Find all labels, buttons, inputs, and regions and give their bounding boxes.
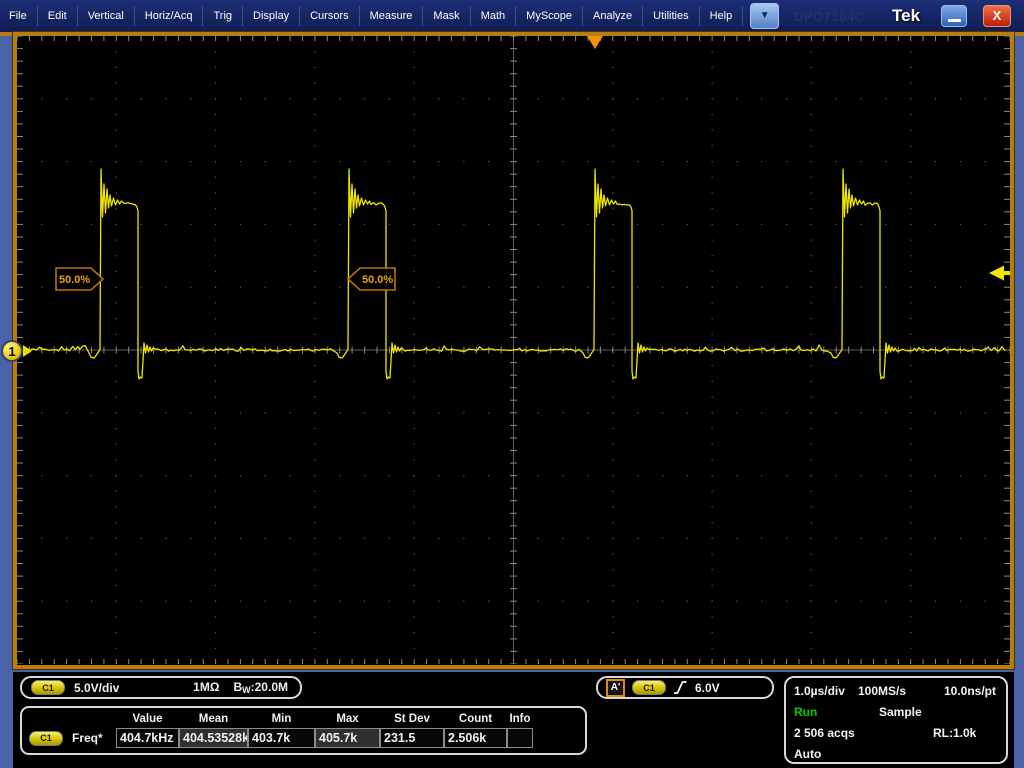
channel-readout[interactable]: C1 5.0V/div 1MΩ BW:20.0M <box>20 676 302 699</box>
col-value: Value <box>132 713 163 725</box>
bandwidth: BW:20.0M <box>233 680 288 695</box>
record-length: RL:1.0k <box>933 726 977 740</box>
measurement-headers: Value Mean Min Max St Dev Count Info <box>22 711 585 728</box>
tek-logo: Tek <box>892 6 921 25</box>
menu-edit[interactable]: Edit <box>38 6 78 26</box>
meas-min: 403.7k <box>248 728 315 748</box>
svg-text:50.0%: 50.0% <box>362 274 393 286</box>
trigger-mode: Auto <box>794 747 822 761</box>
menu-cursors[interactable]: Cursors <box>300 6 360 26</box>
ref-level-marker[interactable]: 50.0% <box>346 267 396 291</box>
menu-trig[interactable]: Trig <box>203 6 244 26</box>
impedance: 1MΩ <box>193 680 220 694</box>
meas-value: 404.7kHz <box>116 728 179 748</box>
trigger-source-badge: C1 <box>632 680 666 695</box>
menu-display[interactable]: Display <box>243 6 301 26</box>
close-button[interactable]: X <box>983 5 1011 27</box>
rising-edge-icon <box>674 681 687 694</box>
chevron-down-icon: ▼ <box>759 10 770 21</box>
menu-horiz-acq[interactable]: Horiz/Acq <box>135 6 204 26</box>
minimize-button[interactable] <box>941 5 967 27</box>
oscilloscope-app: File Edit Vertical Horiz/Acq Trig Displa… <box>0 0 1024 768</box>
meas-max: 405.7k <box>315 728 380 748</box>
meas-stdev: 231.5 <box>380 728 444 748</box>
readout-panel: C1 5.0V/div 1MΩ BW:20.0M A' C1 6.0V 1.0µ… <box>13 672 1014 768</box>
acq-mode: Sample <box>879 705 922 719</box>
channel-1-marker[interactable]: 1 <box>1 340 35 362</box>
meas-source-badge: C1 <box>29 730 63 746</box>
col-max: Max <box>336 713 359 725</box>
trigger-level: 6.0V <box>695 680 720 695</box>
trigger-level-arrow[interactable] <box>989 265 1010 281</box>
time-per-point: 10.0ns/pt <box>943 684 996 698</box>
menu-help[interactable]: Help <box>700 6 744 26</box>
ref-level-marker[interactable]: 50.0% <box>55 267 105 291</box>
volts-per-div: 5.0V/div <box>74 680 120 695</box>
menu-mask[interactable]: Mask <box>423 6 471 26</box>
measurement-row: C1 Freq* 404.7kHz 404.53528k 403.7k 405.… <box>22 728 585 748</box>
measurement-name: Freq* <box>72 731 103 745</box>
col-mean: Mean <box>198 713 229 725</box>
model-label: DPO7104C <box>794 9 865 24</box>
menu-analyze[interactable]: Analyze <box>583 6 644 26</box>
trigger-a-chip: A' <box>606 678 625 697</box>
channel-1-waveform <box>20 168 1006 380</box>
meas-count: 2.506k <box>444 728 507 748</box>
meas-mean: 404.53528k <box>179 728 248 748</box>
channel-1-badge: 1 <box>1 340 23 362</box>
meas-info <box>507 728 533 748</box>
waveform-display[interactable]: 50.0% 50.0% <box>17 36 1010 664</box>
menu-math[interactable]: Math <box>471 6 517 26</box>
col-stdev: St Dev <box>394 713 430 725</box>
time-per-div: 1.0µs/div <box>794 684 845 698</box>
menu-dropdown-button[interactable]: ▼ <box>750 3 780 29</box>
col-count: Count <box>458 713 493 725</box>
channel-1-arrow-icon <box>23 345 32 357</box>
col-min: Min <box>271 713 292 725</box>
menu-file[interactable]: File <box>0 6 38 26</box>
minimize-icon <box>948 19 961 22</box>
horizontal-acquisition-readout[interactable]: 1.0µs/div 100MS/s 10.0ns/pt Run Sample 2… <box>784 676 1008 764</box>
sample-rate: 100MS/s <box>858 684 907 698</box>
menu-myscope[interactable]: MyScope <box>516 6 584 26</box>
menu-vertical[interactable]: Vertical <box>78 6 135 26</box>
run-status: Run <box>794 705 818 719</box>
c1-badge: C1 <box>31 680 65 695</box>
menu-utilities[interactable]: Utilities <box>643 6 700 26</box>
trigger-position-marker[interactable] <box>587 36 603 49</box>
col-info: Info <box>509 713 531 725</box>
acq-count: 2 506 acqs <box>794 726 855 740</box>
measurement-table[interactable]: Value Mean Min Max St Dev Count Info C1 … <box>20 706 587 755</box>
trigger-readout[interactable]: A' C1 6.0V <box>596 676 774 699</box>
menu-measure[interactable]: Measure <box>360 6 424 26</box>
svg-text:50.0%: 50.0% <box>59 274 90 286</box>
graticule-frame: 50.0% 50.0% <box>12 31 1015 670</box>
menu-bar: File Edit Vertical Horiz/Acq Trig Displa… <box>0 0 1024 32</box>
